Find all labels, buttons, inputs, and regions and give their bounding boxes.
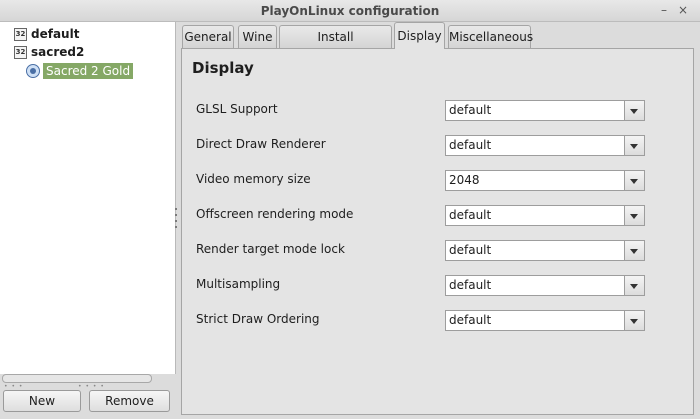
glsl-support-select[interactable]: default [445, 100, 645, 121]
select-value: default [446, 206, 625, 225]
panel-title: Display [192, 59, 254, 77]
new-button[interactable]: New [3, 390, 81, 412]
game-icon [26, 64, 40, 78]
tree-item-sacred-2-gold[interactable]: Sacred 2 Gold [26, 62, 134, 80]
offscreen-rendering-mode-label: Offscreen rendering mode [196, 207, 354, 221]
tab-wine[interactable]: Wine [238, 25, 277, 48]
render-target-mode-lock-label: Render target mode lock [196, 242, 345, 256]
video-memory-size-select[interactable]: 2048 [445, 170, 645, 191]
tree-item-default[interactable]: 32 default [14, 25, 79, 43]
tree-item-label: default [31, 27, 80, 41]
prefix-tree: 32 default 32 sacred2 Sacred 2 Gold [0, 22, 176, 374]
video-memory-size-label: Video memory size [196, 172, 311, 186]
window-title: PlayOnLinux configuration [260, 4, 440, 18]
tree-item-label: Sacred 2 Gold [43, 63, 134, 79]
direct-draw-renderer-select[interactable]: default [445, 135, 645, 156]
multisampling-select[interactable]: default [445, 275, 645, 296]
wine-32bit-icon: 32 [14, 27, 27, 41]
multisampling-label: Multisampling [196, 277, 281, 291]
chevron-down-icon[interactable] [625, 171, 644, 190]
chevron-down-icon[interactable] [625, 276, 644, 295]
strict-draw-ordering-label: Strict Draw Ordering [196, 312, 320, 326]
select-value: 2048 [446, 171, 625, 190]
chevron-down-icon[interactable] [625, 136, 644, 155]
chevron-down-icon[interactable] [625, 206, 644, 225]
select-value: default [446, 311, 625, 330]
offscreen-rendering-mode-select[interactable]: default [445, 205, 645, 226]
select-value: default [446, 101, 625, 120]
wine-32bit-icon: 32 [14, 45, 27, 59]
minimize-icon[interactable]: – [657, 3, 671, 17]
grip-icon: • • • [4, 383, 24, 390]
direct-draw-renderer-label: Direct Draw Renderer [196, 137, 326, 151]
strict-draw-ordering-select[interactable]: default [445, 310, 645, 331]
close-icon[interactable]: × [676, 3, 690, 17]
chevron-down-icon[interactable] [625, 101, 644, 120]
chevron-down-icon[interactable] [625, 241, 644, 260]
remove-button[interactable]: Remove [89, 390, 170, 412]
tab-general[interactable]: General [182, 25, 234, 48]
grip-icon: • • • • [78, 383, 105, 390]
select-value: default [446, 136, 625, 155]
select-value: default [446, 276, 625, 295]
tab-install-components[interactable]: Install components [279, 25, 392, 66]
horizontal-scrollbar[interactable] [2, 374, 152, 383]
display-panel: Display GLSL Support default Direct Draw… [181, 48, 694, 415]
splitter-handle[interactable] [175, 208, 178, 228]
tree-item-label: sacred2 [31, 45, 85, 59]
tab-miscellaneous[interactable]: Miscellaneous [448, 25, 533, 48]
render-target-mode-lock-select[interactable]: default [445, 240, 645, 261]
chevron-down-icon[interactable] [625, 311, 644, 330]
glsl-support-label: GLSL Support [196, 102, 278, 116]
tree-item-sacred2[interactable]: 32 sacred2 [14, 43, 84, 61]
title-bar: PlayOnLinux configuration – × [0, 0, 700, 22]
select-value: default [446, 241, 625, 260]
tab-display[interactable]: Display [394, 22, 445, 49]
